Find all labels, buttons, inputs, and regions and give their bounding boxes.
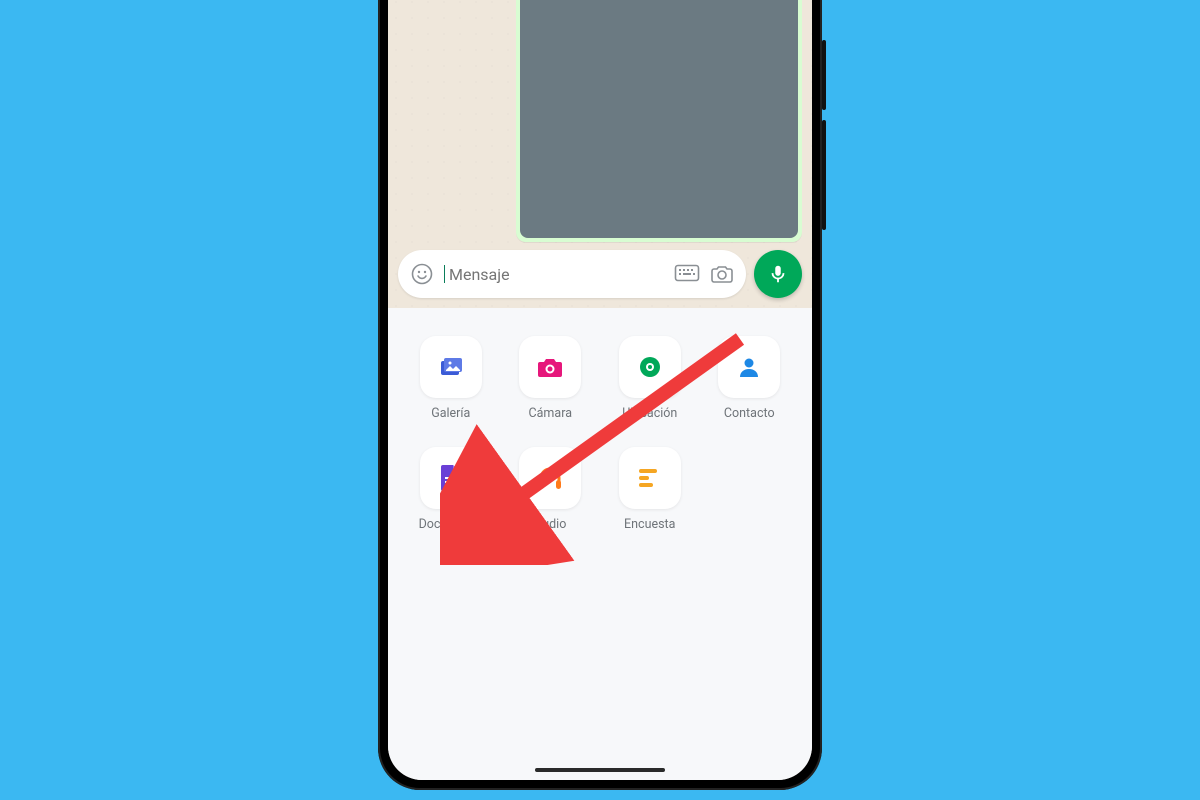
message-input-bar [388,250,812,308]
attachment-label: Contacto [724,406,775,421]
attachment-label: Documento [419,517,483,532]
attachment-label: Audio [534,517,566,532]
home-indicator[interactable] [535,768,665,772]
attachment-contact[interactable]: Contacto [709,336,791,421]
attachment-label: Ubicación [622,406,677,421]
phone-side-button [822,120,826,230]
attachment-grid: Galería Cámara Ubicación [410,336,790,532]
microphone-icon [767,263,789,285]
contact-icon [718,336,780,398]
phone-screen: Hello, my friend 11:47 [388,0,812,780]
text-cursor [444,265,445,283]
message-input-container [398,250,746,298]
poll-icon [619,447,681,509]
attachment-audio[interactable]: Audio [510,447,592,532]
chat-area[interactable]: Hello, my friend 11:47 [388,0,812,250]
phone-side-button [822,40,826,110]
attachment-location[interactable]: Ubicación [609,336,691,421]
camera-tile-icon [519,336,581,398]
outgoing-media-message[interactable] [516,0,802,242]
attachment-label: Galería [431,406,470,421]
media-placeholder [520,0,798,238]
message-input[interactable] [449,265,664,284]
attachment-label: Encuesta [624,517,675,532]
emoji-icon[interactable] [410,262,434,286]
attachment-gallery[interactable]: Galería [410,336,492,421]
phone-frame: Hello, my friend 11:47 [378,0,822,790]
attachment-camera[interactable]: Cámara [510,336,592,421]
location-icon [619,336,681,398]
attachment-panel: Galería Cámara Ubicación [388,308,812,780]
keyboard-icon[interactable] [674,264,700,284]
attachment-poll[interactable]: Encuesta [609,447,691,532]
attachment-label: Cámara [529,406,573,421]
document-icon [420,447,482,509]
camera-icon[interactable] [710,263,734,285]
gallery-icon [420,336,482,398]
headphones-icon [519,447,581,509]
voice-message-button[interactable] [754,250,802,298]
message-row [398,0,802,242]
attachment-document[interactable]: Documento [410,447,492,532]
